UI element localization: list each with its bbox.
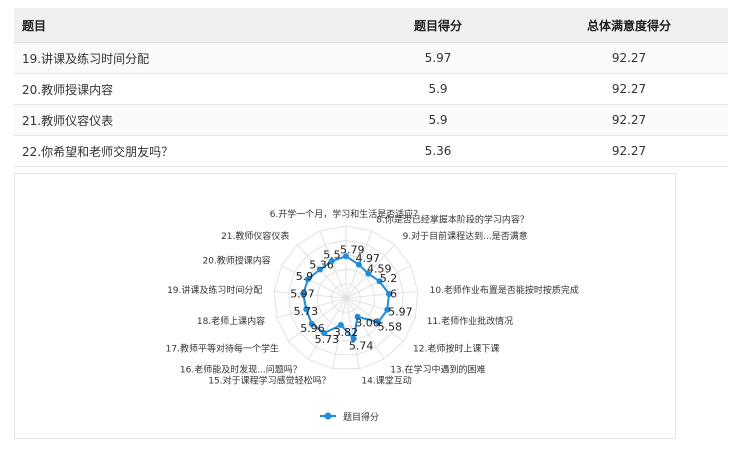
radar-chart-panel: 6.开学一个月，学习和生活是否适应？ 8.你是否已经掌握本阶段的学习内容？ 9.对于… bbox=[14, 173, 676, 439]
radar-value-label: 6 bbox=[390, 287, 397, 300]
radar-category-label: 19.讲课及练习时间分配 bbox=[167, 284, 262, 296]
legend-marker bbox=[324, 412, 332, 420]
radar-category-label: 14.课堂互动 bbox=[361, 375, 411, 387]
radar-category-label: 20.教师授课内容 bbox=[202, 255, 270, 267]
cell-overall: 92.27 bbox=[611, 82, 647, 96]
cell-score: 5.9 bbox=[428, 82, 448, 96]
cell-question: 19.讲课及练习时间分配 bbox=[22, 51, 150, 66]
radar-value-label: 5.9 bbox=[296, 270, 314, 283]
radar-category-label: 10.老师作业布置是否能按时按质完成 bbox=[430, 284, 579, 296]
table-row: 19.讲课及练习时间分配 5.97 92.27 bbox=[14, 43, 728, 74]
radar-value-label: 3.06 bbox=[355, 317, 380, 330]
radar-value-label: 5.2 bbox=[380, 272, 398, 285]
radar-value-label: 5.74 bbox=[349, 340, 374, 353]
radar-category-label: 16.老师能及时发现...问题吗？ bbox=[180, 363, 302, 375]
cell-question: 22.你希望和老师交朋友吗？ bbox=[22, 144, 174, 159]
cell-overall: 92.27 bbox=[611, 113, 647, 127]
cell-question: 21.教师仪容仪表 bbox=[22, 113, 114, 128]
cell-score: 5.9 bbox=[428, 113, 448, 127]
radar-category-label: 17.教师平等对待每一个学生 bbox=[166, 343, 279, 355]
header-score: 题目得分 bbox=[413, 18, 462, 33]
radar-value-label: 5.58 bbox=[378, 320, 403, 333]
cell-overall: 92.27 bbox=[611, 51, 647, 65]
radar-value-label: 5.97 bbox=[388, 306, 413, 319]
cell-score: 5.36 bbox=[424, 144, 452, 158]
radar-category-label: 21.教师仪容仪表 bbox=[221, 230, 289, 242]
radar-value-label: 5.96 bbox=[300, 322, 325, 335]
table-header: 题目 题目得分 总体满意度得分 bbox=[14, 8, 728, 43]
radar-category-label: 12.老师按时上课下课 bbox=[413, 343, 499, 355]
table-row: 22.你希望和老师交朋友吗？ 5.36 92.27 bbox=[14, 136, 728, 167]
cell-score: 5.97 bbox=[424, 51, 452, 65]
table-row: 20.教师授课内容 5.9 92.27 bbox=[14, 74, 728, 105]
header-overall: 总体满意度得分 bbox=[586, 18, 671, 33]
radar-category-label: 11.老师作业批改情况 bbox=[427, 315, 513, 327]
radar-category-label: 15.对于课程学习感觉轻松吗？ bbox=[208, 375, 330, 387]
cell-overall: 92.27 bbox=[611, 144, 647, 158]
cell-question: 20.教师授课内容 bbox=[22, 82, 114, 97]
radar-value-label: 5.97 bbox=[290, 287, 315, 300]
header-question: 题目 bbox=[22, 18, 47, 33]
radar-category-label: 13.在学习中遇到的困难 bbox=[390, 363, 485, 375]
radar-category-label: 9.对于目前课程达到...是否满意 bbox=[403, 230, 528, 242]
legend-label: 题目得分 bbox=[343, 411, 379, 423]
radar-chart: 6.开学一个月，学习和生活是否适应？8.你是否已经掌握本阶段的学习内容？9.对于… bbox=[166, 208, 579, 423]
radar-value-label: 5.73 bbox=[294, 305, 319, 318]
table-row: 21.教师仪容仪表 5.9 92.27 bbox=[14, 105, 728, 136]
radar-category-label: 8.你是否已经掌握本阶段的学习内容？ bbox=[376, 214, 529, 226]
score-table: 题目 题目得分 总体满意度得分 19.讲课及练习时间分配 5.97 92.27 … bbox=[14, 8, 728, 167]
radar-value-label: 5.5 bbox=[323, 249, 341, 262]
radar-category-label: 18.老师上课内容 bbox=[197, 315, 265, 327]
